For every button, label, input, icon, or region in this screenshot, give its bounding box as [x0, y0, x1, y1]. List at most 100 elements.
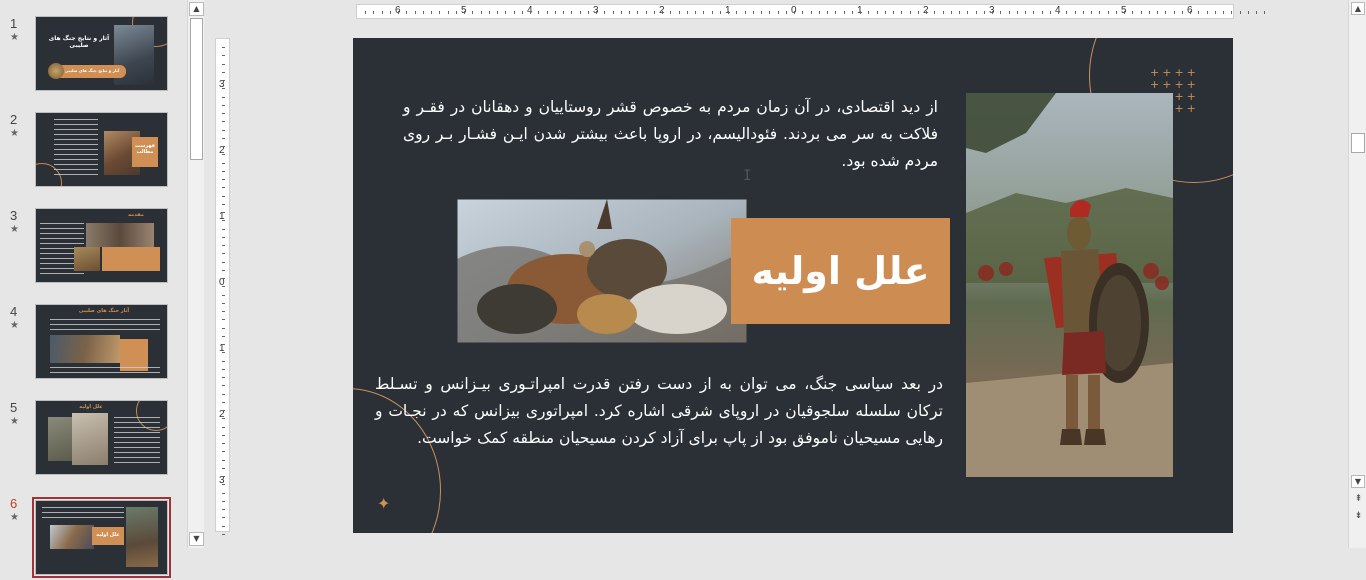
ruler-tick: [1181, 11, 1183, 14]
ruler-tick: [926, 11, 927, 14]
ruler-tick: [222, 492, 225, 494]
ruler-tick: [222, 360, 225, 362]
scroll-handle[interactable]: [1351, 133, 1365, 153]
ruler-tick: [422, 11, 424, 14]
scroll-up-button[interactable]: ▲: [1351, 2, 1365, 15]
ruler-tick: [222, 162, 225, 164]
thumbnail-row-3[interactable]: 3 ★ مقدمه: [0, 208, 190, 292]
scroll-down-button[interactable]: ▼: [1351, 475, 1365, 488]
slide-thumbnail-4[interactable]: آثار جنگ های صلیبی: [35, 304, 168, 379]
ruler-tick: [222, 443, 225, 444]
battle-painting-image[interactable]: [457, 199, 747, 343]
ruler-tick: [1239, 11, 1241, 14]
ruler-tick: [222, 434, 225, 436]
economic-paragraph[interactable]: از دید اقتصادی، در آن زمان مردم به خصوص …: [403, 94, 938, 175]
slide-thumbnail-3[interactable]: مقدمه: [35, 208, 168, 283]
ruler-tick: [1025, 11, 1026, 14]
slide-canvas[interactable]: ++++ ++++ ++++ ++++ ✦: [353, 38, 1233, 533]
thumbnail-row-4[interactable]: 4 ★ آثار جنگ های صلیبی: [0, 304, 190, 388]
thumbnail-title: آثار و نتایج جنگ های صلیبی: [48, 35, 110, 49]
slide-number: 5: [10, 400, 18, 415]
slide-number: 4: [10, 304, 18, 319]
text-cursor-icon: I: [743, 168, 752, 184]
ruler-tick: [554, 11, 556, 14]
text-lines: [50, 319, 160, 334]
political-paragraph[interactable]: در بعد سیاسی جنگ، می توان به از دست رفتن…: [375, 371, 943, 452]
slide-thumbnail-2[interactable]: فهرست مطالب: [35, 112, 168, 187]
ruler-tick: [222, 327, 225, 329]
scroll-handle[interactable]: [190, 18, 203, 160]
slide-scrollbar[interactable]: ▲ ▼ ⇞ ⇟: [1348, 0, 1366, 548]
scroll-up-button[interactable]: ▲: [189, 2, 204, 16]
title-box[interactable]: علل اولیه: [731, 218, 950, 324]
ruler-tick: [222, 509, 225, 510]
ruler-tick: [1124, 11, 1125, 14]
slide-thumbnail-6[interactable]: علل اولیه: [32, 497, 171, 578]
slide-number: 6: [10, 496, 18, 511]
ruler-tick: [620, 11, 622, 14]
ruler-tick: [222, 121, 225, 123]
ruler-tick: [439, 11, 441, 14]
warrior-image[interactable]: [966, 93, 1173, 477]
ruler-tick: [563, 11, 564, 14]
ruler-tick: [222, 385, 225, 387]
ruler-tick: [711, 11, 713, 14]
ruler-tick: [538, 11, 540, 14]
ruler-tick: [222, 294, 225, 296]
ruler-tick: [222, 335, 225, 337]
ruler-tick: [1247, 11, 1249, 14]
thumbnail-row-1[interactable]: 1 ★ آثار و نتایج جنگ های صلیبی آثار و نت…: [0, 16, 190, 100]
previous-slide-icon[interactable]: ⇞: [1352, 493, 1365, 505]
ruler-tick: [1132, 11, 1134, 14]
ruler-tick: [1264, 11, 1266, 14]
thumbnail-row-6[interactable]: 6 ★ علل اولیه: [0, 496, 190, 580]
ruler-tick: [992, 11, 993, 14]
star-icon: ★: [10, 512, 19, 523]
scroll-down-button[interactable]: ▼: [189, 532, 204, 546]
ruler-tick: [719, 11, 721, 14]
ruler-tick: [645, 11, 647, 14]
ruler-tick: [1231, 11, 1233, 14]
ruler-tick: [222, 278, 225, 279]
ruler-tick: [373, 11, 375, 14]
ruler-tick: [431, 11, 432, 14]
ruler-tick: [521, 11, 523, 14]
ruler-tick: [222, 410, 225, 411]
ruler-tick: [1066, 11, 1068, 14]
ruler-tick: [587, 11, 589, 14]
ruler-tick: [1099, 11, 1101, 14]
ruler-tick: [1016, 11, 1018, 14]
ruler-tick: [222, 113, 225, 114]
ruler-tick: [222, 484, 225, 486]
ruler-tick: [222, 96, 225, 98]
next-slide-icon[interactable]: ⇟: [1352, 510, 1365, 522]
ruler-tick: [967, 11, 969, 14]
slide-thumbnail-5[interactable]: علل اولیه: [35, 400, 168, 475]
vertical-ruler: 3 2 1 0 1 2 3: [215, 38, 230, 535]
slide-thumbnail-1[interactable]: آثار و نتایج جنگ های صلیبی آثار و نتایج …: [35, 16, 168, 91]
ruler-tick: [571, 11, 573, 14]
ruler-tick: [1074, 11, 1076, 14]
ruler-tick: [222, 71, 225, 73]
ruler-tick: [876, 11, 878, 14]
ruler-tick: [222, 55, 225, 57]
ruler-tick: [464, 11, 465, 14]
thumbnail-scrollbar[interactable]: ▲ ▼: [187, 0, 204, 548]
thumbnail-row-2[interactable]: 2 ★ فهرست مطالب: [0, 112, 190, 196]
plus-icon: +: [1174, 102, 1187, 115]
ruler-tick: [761, 11, 762, 14]
thumbnail-row-5[interactable]: 5 ★ علل اولیه: [0, 400, 190, 484]
star-icon: ★: [10, 128, 19, 139]
ruler-tick: [827, 11, 828, 14]
ruler-tick: [222, 525, 225, 527]
ruler-tick: [1058, 11, 1059, 14]
thumbnail-title: علل اولیه: [79, 404, 103, 410]
ruler-tick: [662, 11, 663, 14]
ruler-tick: [472, 11, 474, 14]
slide-title[interactable]: علل اولیه: [751, 249, 929, 293]
battle-image: [50, 335, 120, 363]
ruler-tick: [414, 11, 416, 14]
knight-image: [72, 413, 108, 465]
ruler-tick: [1165, 11, 1167, 14]
ruler-tick: [909, 11, 911, 14]
